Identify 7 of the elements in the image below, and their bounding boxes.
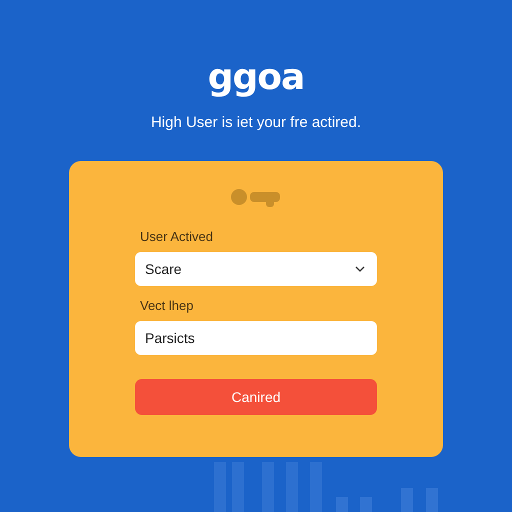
input-field[interactable]: Parsicts bbox=[135, 321, 377, 355]
chevron-down-icon bbox=[355, 266, 365, 272]
subtitle: High User is iet your fre actired. bbox=[150, 114, 362, 132]
dropdown-field[interactable]: Scare bbox=[135, 252, 377, 286]
field-label: User Actived bbox=[140, 229, 214, 245]
field-label: Vect lhep bbox=[140, 298, 194, 314]
logo-text: ggoa bbox=[208, 56, 304, 100]
